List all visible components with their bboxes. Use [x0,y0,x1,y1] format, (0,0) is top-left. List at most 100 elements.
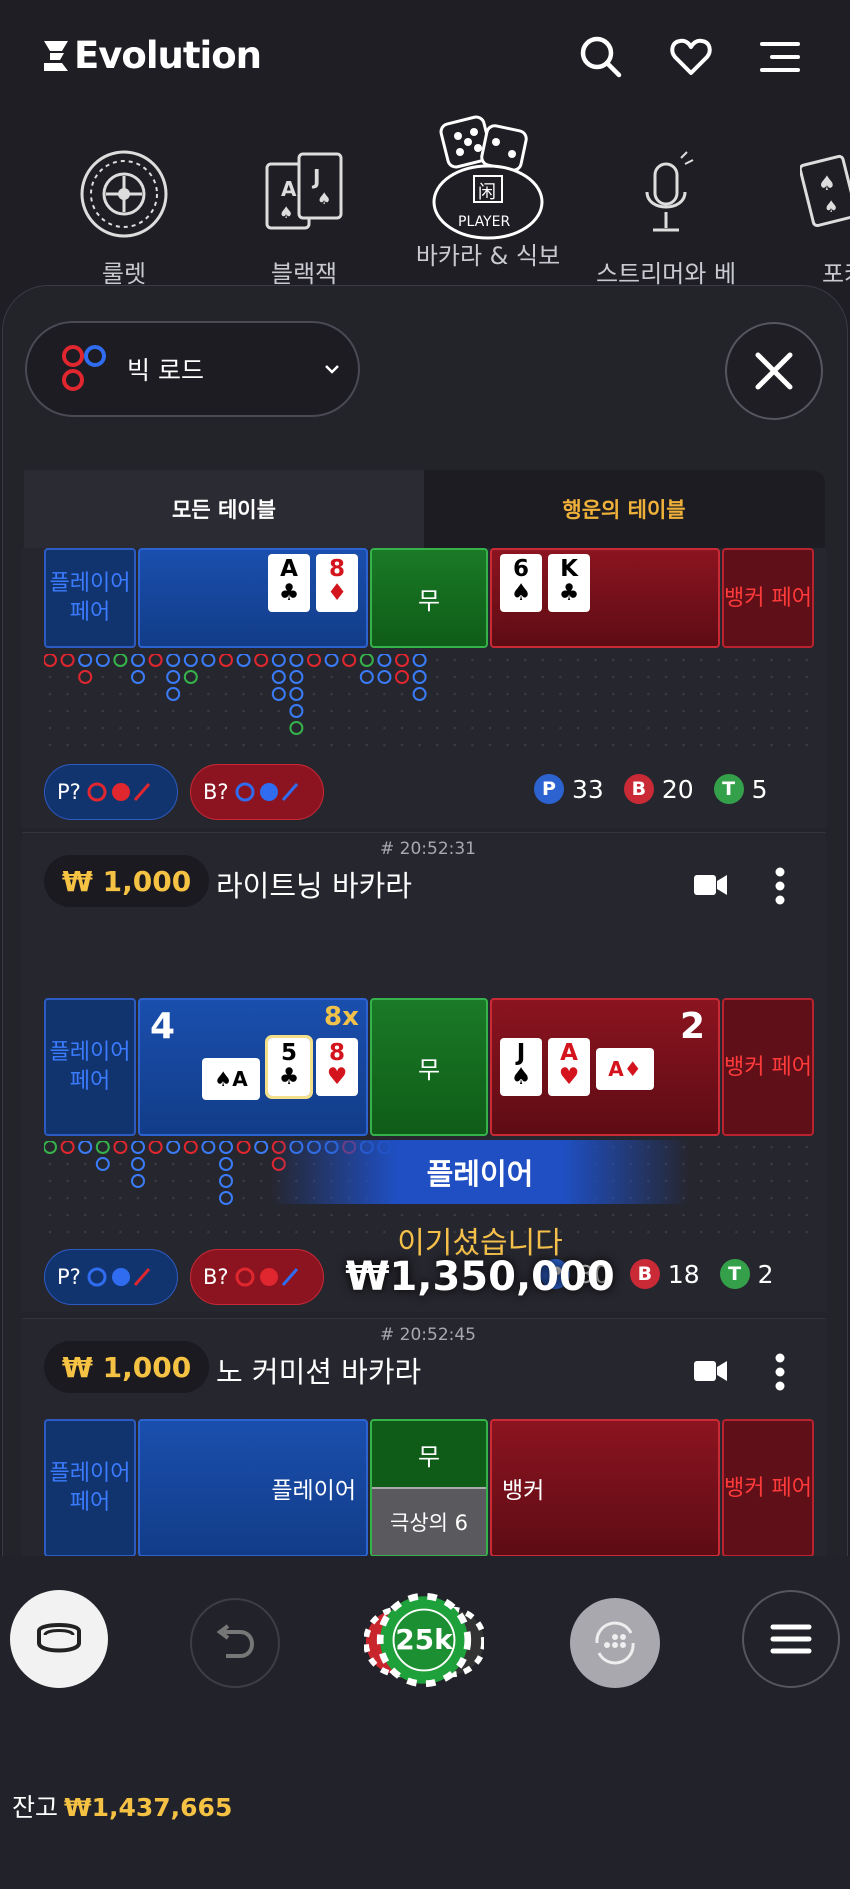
category-roulette[interactable]: 룰렛 [34,148,214,289]
road-empty-dot [787,675,791,679]
road-empty-dot [154,726,157,730]
road-empty-dot [682,743,685,747]
search-icon[interactable] [578,34,624,80]
road-result-dot [113,654,128,667]
road-empty-dot [224,709,228,713]
road-empty-dot [682,726,685,730]
road-empty-dot [435,675,439,679]
road-empty-dot [418,726,421,730]
road-empty-dot [101,709,105,713]
road-result-dot [201,1141,216,1154]
road-empty-dot [259,1162,263,1166]
road-empty-dot [435,726,439,730]
player-ask-button[interactable]: P? [44,1249,178,1305]
road-empty-dot [435,709,439,713]
repeat-bet-button[interactable] [570,1598,660,1688]
road-empty-dot [506,726,509,730]
road-empty-dot [699,709,703,713]
svg-text:♠: ♠ [317,189,331,208]
road-empty-dot [119,692,122,696]
banker-pair-spot[interactable]: 뱅커 페어 [722,1419,814,1557]
road-empty-dot [770,1179,773,1183]
road-result-dot [289,721,304,735]
category-poker[interactable]: ♠ ♠ 포커 [760,150,850,289]
road-empty-dot [699,743,703,747]
player-ask-button[interactable]: P? [44,764,178,820]
tie-spot[interactable]: 무 [370,548,488,648]
road-empty-dot [312,709,316,713]
game-menu-button[interactable] [742,1590,840,1688]
road-empty-dot [647,743,650,747]
road-empty-dot [171,1230,175,1234]
road-empty-dot [136,1230,140,1234]
road-empty-dot [66,1230,69,1234]
banker-spot[interactable]: 2 J ♠ A ♥ A♦ [490,998,720,1136]
road-empty-dot [699,1162,703,1166]
banker-pair-spot[interactable]: 뱅커 페어 [722,548,814,648]
road-empty-dot [418,743,421,747]
undo-button[interactable] [190,1598,280,1688]
road-empty-dot [136,743,140,747]
road-empty-dot [48,1179,52,1183]
video-camera-icon[interactable] [694,1359,728,1383]
player-pair-spot[interactable]: 플레이어 페어 [44,1419,136,1557]
road-empty-dot [594,1213,597,1217]
menu-icon[interactable] [758,34,804,80]
tie-spot[interactable]: 무 [370,998,488,1136]
road-result-dot [289,687,304,701]
road-empty-dot [171,1213,175,1217]
tie-spot[interactable]: 무 극상의 6 [370,1419,488,1557]
road-empty-dot [559,726,562,730]
road-empty-dot [347,726,351,730]
banker-spot[interactable]: 6 ♠ K ♣ [490,548,720,648]
player-pair-spot[interactable]: 플레이어 페어 [44,998,136,1136]
category-blackjack[interactable]: A J ♠ ♠ 블랙잭 [214,150,394,289]
table-card-3[interactable]: # 20:52:45 ₩ 1,000 노 커미션 바카라 플레이어 페어 플레이… [22,1318,826,1558]
chip-selector[interactable]: 25k [364,1590,484,1690]
stake-badge: ₩ 1,000 [44,1341,210,1393]
player-pair-spot[interactable]: 플레이어 페어 [44,548,136,648]
road-empty-dot [101,743,105,747]
banker-spot[interactable]: 뱅커 [490,1419,720,1557]
favorites-heart-icon[interactable] [668,34,714,80]
player-spot[interactable]: 4 8x ♠A 5 ♣ 8 ♥ [138,998,368,1136]
road-empty-dot [101,675,105,679]
category-baccarat-sicbo[interactable]: 闲 PLAYER 바카라 & 식보 [398,114,578,271]
road-empty-dot [453,692,457,696]
more-options-icon[interactable] [774,867,786,905]
video-camera-icon[interactable] [694,873,728,897]
super-six-spot[interactable]: 극상의 6 [372,1487,486,1555]
player-spot[interactable]: 플레이어 [138,1419,368,1557]
road-empty-dot [242,1179,245,1183]
road-empty-dot [101,1196,105,1200]
banker-pair-spot[interactable]: 뱅커 페어 [722,998,814,1136]
road-empty-dot [805,1196,809,1200]
evolution-logo[interactable]: Evolution [42,34,262,77]
road-result-dot [236,654,251,667]
road-empty-dot [48,1230,52,1234]
tab-all-tables[interactable]: 모든 테이블 [24,470,424,548]
bottom-bar: 25k [0,1556,850,1889]
road-empty-dot [664,658,668,662]
road-empty-dot [488,726,492,730]
road-empty-dot [66,692,69,696]
poker-cards-icon: ♠ ♠ [800,154,850,228]
table-card-1[interactable]: 플레이어 페어 A ♣ 8 ♦ 무 6 ♠ K ♣ 뱅커 페어 P? B? P 33 B2… [22,548,826,828]
road-empty-dot [541,709,545,713]
banker-ask-button[interactable]: B? [190,764,324,820]
road-type-dropdown[interactable]: 빅 로드 [25,321,360,417]
table-view-button[interactable] [10,1590,108,1688]
road-empty-dot [242,692,245,696]
road-empty-dot [83,692,87,696]
more-options-icon[interactable] [774,1353,786,1391]
road-empty-dot [259,1179,263,1183]
close-button[interactable] [725,322,823,420]
road-empty-dot [541,743,545,747]
road-result-dot [219,1157,233,1171]
tab-lucky-tables[interactable]: 행운의 테이블 [424,470,824,548]
category-streamer[interactable]: 스트리머와 베 [576,150,756,289]
bet-spots-2: 플레이어 페어 4 8x ♠A 5 ♣ 8 ♥ 무 2 J ♠ A ♥ A♦ 뱅커 페어 [44,998,828,1136]
road-result-dot [131,670,145,684]
player-spot[interactable]: A ♣ 8 ♦ [138,548,368,648]
road-empty-dot [523,709,527,713]
